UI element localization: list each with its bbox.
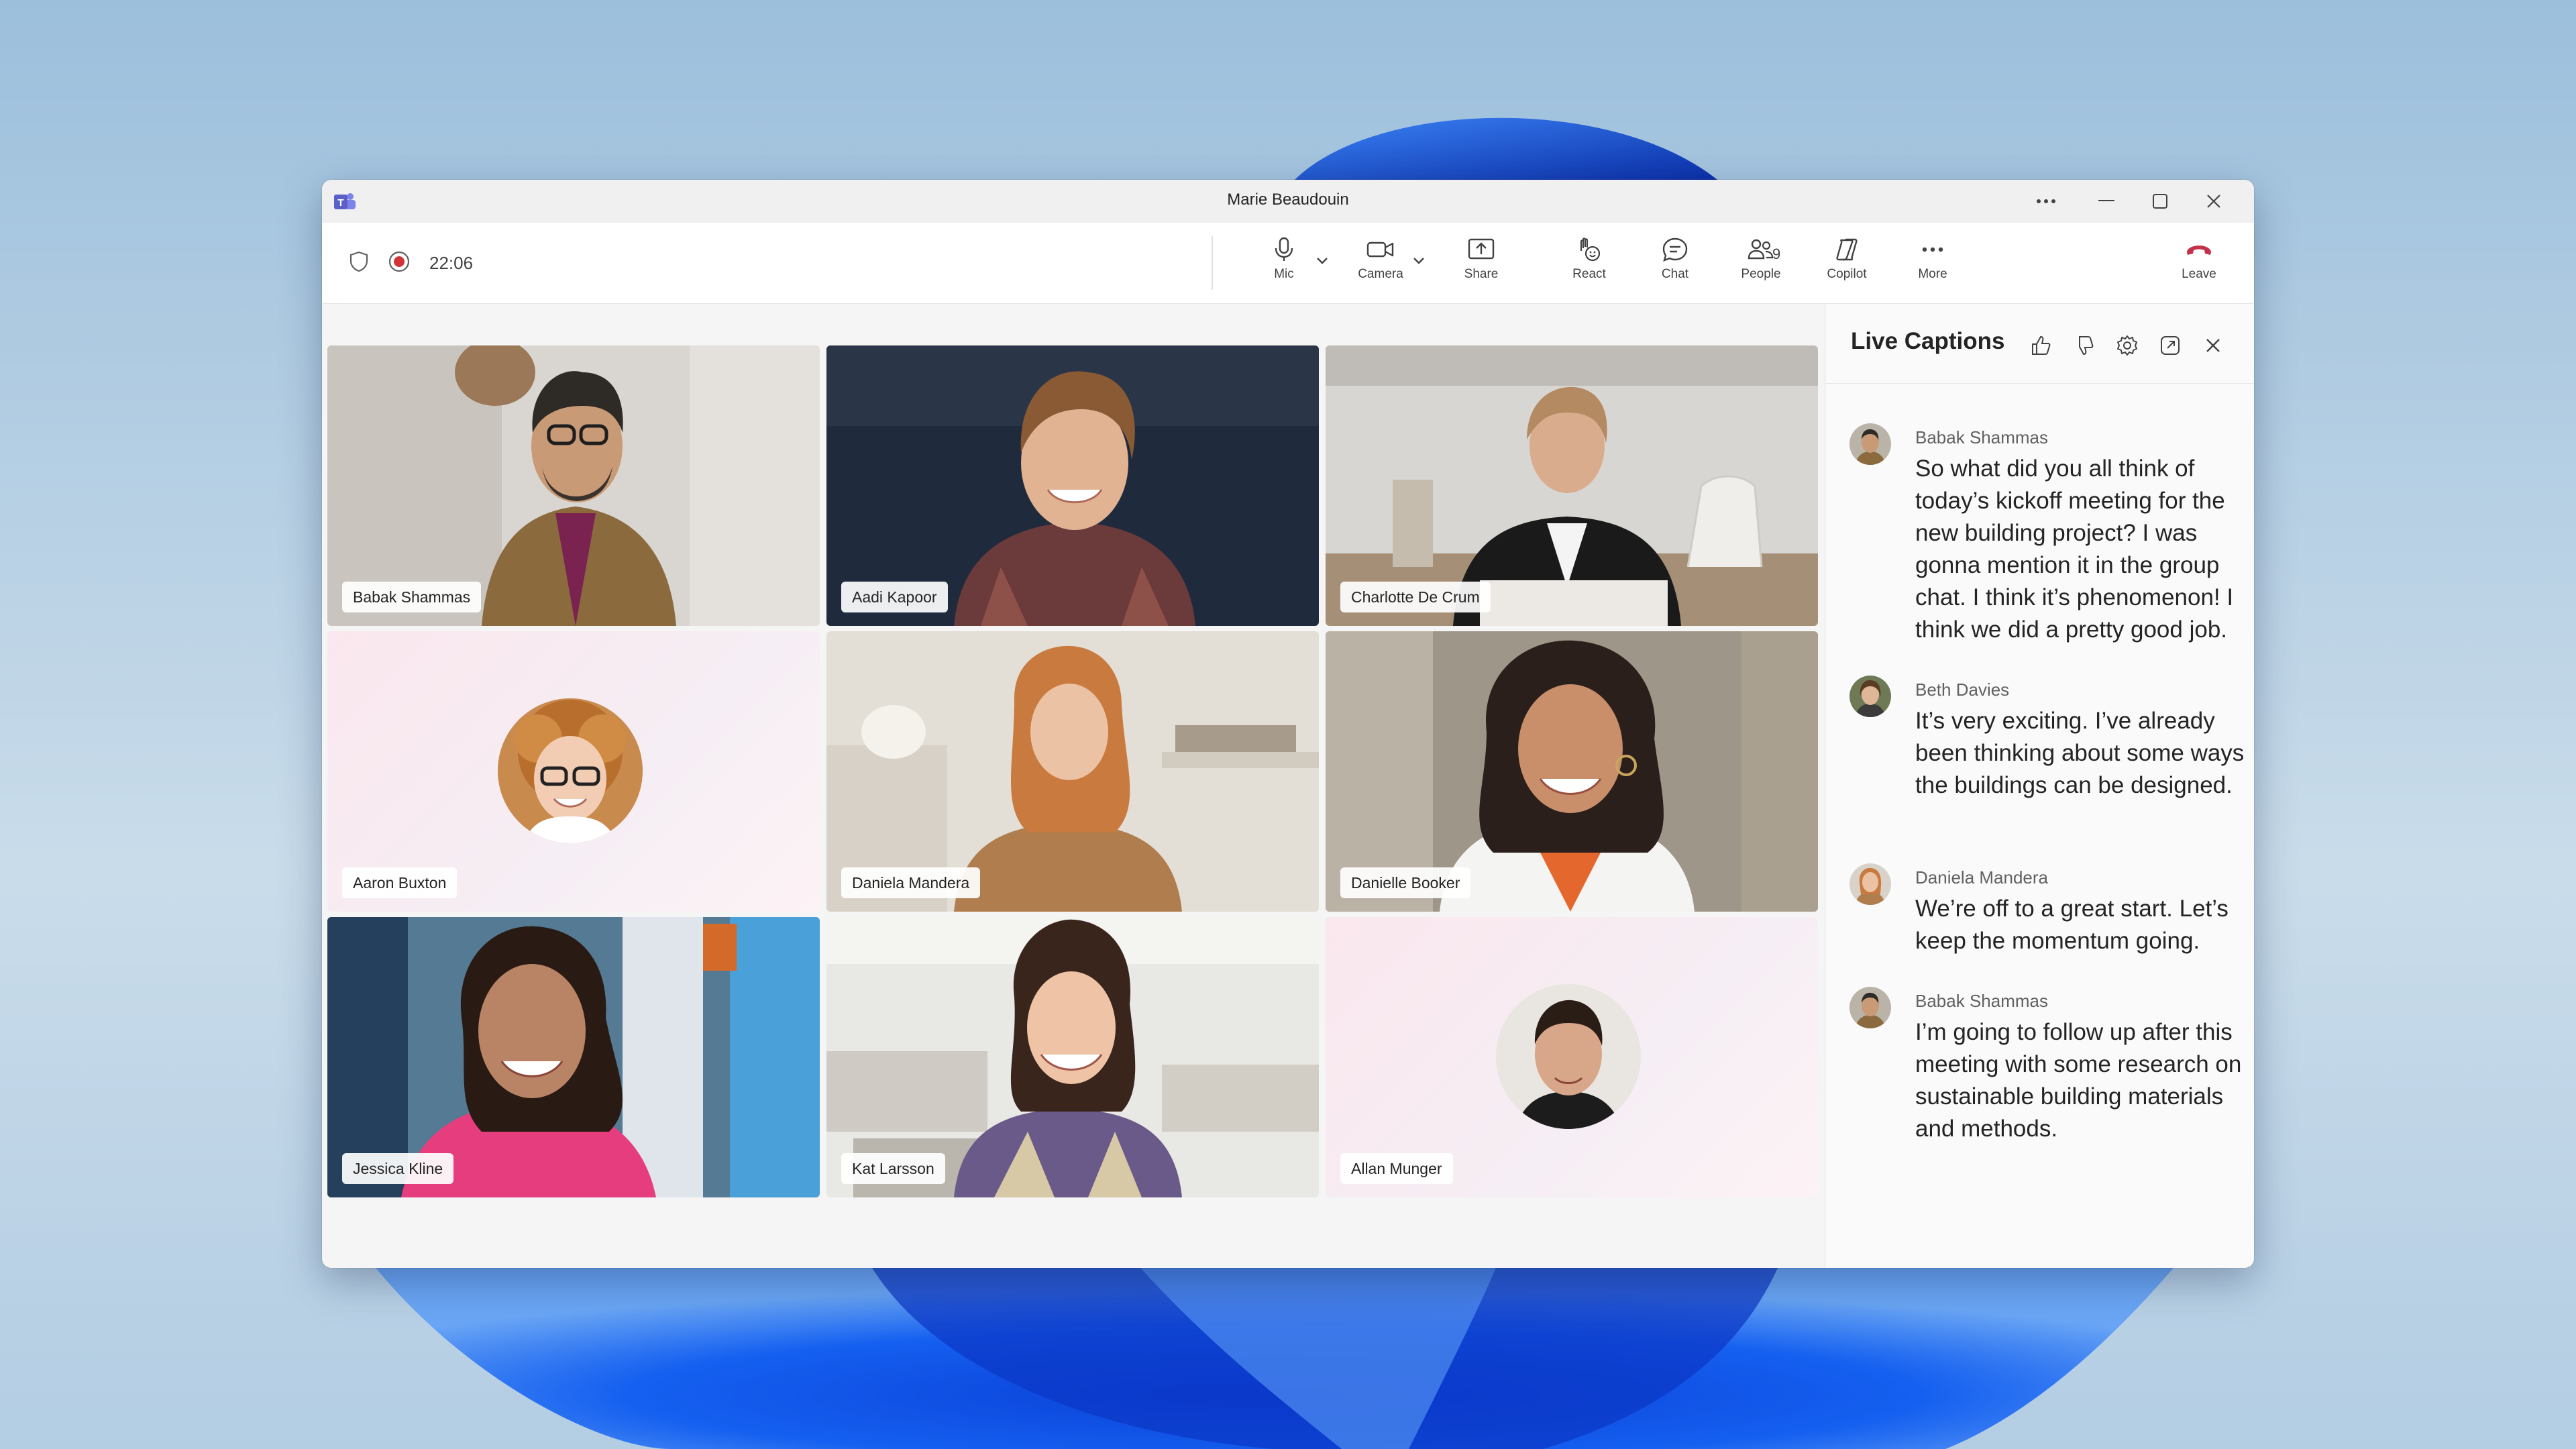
caption-text: It’s very exciting. I’ve already been th… bbox=[1915, 708, 2245, 798]
video-tile[interactable]: Allan Munger bbox=[1326, 917, 1818, 1197]
video-tile[interactable]: Daniela Mandera bbox=[826, 631, 1319, 912]
camera-icon bbox=[1366, 241, 1394, 258]
caption-speaker: Beth Davies bbox=[1915, 680, 2010, 700]
live-captions-panel: Live Captions Babak Shammas So what did … bbox=[1825, 304, 2254, 1268]
caption-text: I’m going to follow up after this meetin… bbox=[1915, 1019, 2242, 1142]
participant-name: Jessica Kline bbox=[342, 1153, 454, 1184]
people-button[interactable]: People bbox=[1731, 232, 1791, 297]
video-tile[interactable]: Jessica Kline bbox=[327, 917, 820, 1197]
people-icon bbox=[1748, 239, 1774, 260]
video-tile[interactable]: Aaron Buxton bbox=[327, 631, 820, 912]
more-button[interactable]: More bbox=[1902, 232, 1963, 297]
caption-entry: Beth Davies It’s very exciting. I’ve alr… bbox=[1849, 676, 2245, 837]
more-icon bbox=[1922, 247, 1943, 252]
close-icon[interactable] bbox=[2200, 332, 2226, 359]
avatar bbox=[1496, 984, 1641, 1129]
toolbar-divider bbox=[1212, 236, 1213, 290]
participant-name: Kat Larsson bbox=[841, 1153, 945, 1184]
chat-button[interactable]: Chat bbox=[1645, 232, 1705, 297]
caption-speaker: Daniela Mandera bbox=[1915, 867, 2049, 888]
react-icon bbox=[1580, 237, 1601, 262]
video-tile[interactable]: Danielle Booker bbox=[1326, 631, 1818, 912]
more-options-button[interactable] bbox=[2026, 185, 2066, 217]
caption-text: So what did you all think of today’s kic… bbox=[1915, 455, 2234, 643]
share-button[interactable]: Share bbox=[1451, 232, 1511, 297]
title-bar: T Marie Beaudouin bbox=[322, 180, 2254, 223]
leave-button[interactable]: Leave bbox=[2169, 232, 2229, 297]
popout-icon[interactable] bbox=[2157, 332, 2184, 359]
camera-button[interactable]: Camera bbox=[1350, 232, 1411, 297]
more-label: More bbox=[1918, 267, 1947, 281]
participant-name: Aaron Buxton bbox=[342, 867, 458, 898]
caption-entry: Babak Shammas I’m going to follow up aft… bbox=[1849, 987, 2245, 1148]
video-tile[interactable]: Kat Larsson bbox=[826, 917, 1319, 1197]
copilot-button[interactable]: Copilot bbox=[1817, 232, 1877, 297]
thumbs-up-icon[interactable] bbox=[2028, 332, 2055, 359]
window-title: Marie Beaudouin bbox=[1227, 191, 1349, 209]
leave-label: Leave bbox=[2182, 267, 2216, 281]
leave-icon bbox=[2187, 246, 2211, 255]
chevron-down-icon[interactable] bbox=[1410, 252, 1428, 270]
caption-entry: Daniela Mandera We’re off to a great sta… bbox=[1849, 863, 2245, 964]
caption-speaker: Babak Shammas bbox=[1915, 427, 2048, 447]
avatar bbox=[1849, 423, 1891, 465]
react-label: React bbox=[1572, 267, 1606, 281]
camera-label: Camera bbox=[1358, 267, 1403, 281]
mic-label: Mic bbox=[1274, 267, 1294, 281]
gear-icon[interactable] bbox=[2114, 332, 2141, 359]
react-button[interactable]: React bbox=[1559, 232, 1619, 297]
teams-meeting-window: T Marie Beaudouin 22:06 Mic Camera Share… bbox=[322, 180, 2254, 1268]
chat-label: Chat bbox=[1661, 267, 1689, 281]
panel-title: Live Captions bbox=[1851, 328, 2005, 354]
chat-icon bbox=[1662, 237, 1688, 262]
people-count: 9 bbox=[1772, 246, 1781, 262]
avatar bbox=[498, 698, 643, 843]
minimize-button[interactable] bbox=[2086, 185, 2127, 217]
caption-speaker: Babak Shammas bbox=[1915, 991, 2048, 1011]
participant-name: Charlotte De Crum bbox=[1340, 582, 1491, 612]
avatar bbox=[1849, 676, 1891, 717]
share-label: Share bbox=[1464, 267, 1499, 281]
copilot-icon bbox=[1836, 238, 1858, 261]
participant-name: Daniela Mandera bbox=[841, 867, 981, 898]
people-label: People bbox=[1741, 267, 1781, 281]
maximize-button[interactable] bbox=[2140, 185, 2180, 217]
shield-icon[interactable] bbox=[349, 250, 369, 276]
copilot-label: Copilot bbox=[1827, 267, 1867, 281]
meeting-toolbar: 22:06 Mic Camera Share React Chat People bbox=[322, 223, 2254, 304]
participant-name: Aadi Kapoor bbox=[841, 582, 948, 612]
thumbs-down-icon[interactable] bbox=[2071, 332, 2098, 359]
avatar bbox=[1849, 863, 1891, 905]
avatar bbox=[1849, 987, 1891, 1028]
participant-name: Babak Shammas bbox=[342, 582, 482, 612]
chevron-down-icon[interactable] bbox=[1313, 252, 1331, 270]
meeting-timer: 22:06 bbox=[429, 252, 474, 273]
captions-header: Live Captions bbox=[1825, 304, 2254, 384]
caption-text: We’re off to a great start. Let’s keep t… bbox=[1915, 896, 2229, 954]
record-icon bbox=[388, 250, 411, 276]
mic-icon bbox=[1275, 237, 1293, 261]
share-icon bbox=[1468, 238, 1495, 260]
video-tile[interactable]: Aadi Kapoor bbox=[826, 345, 1319, 626]
mic-button[interactable]: Mic bbox=[1254, 232, 1314, 297]
participant-name: Danielle Booker bbox=[1340, 867, 1471, 898]
close-window-button[interactable] bbox=[2194, 185, 2234, 217]
video-tile[interactable]: Babak Shammas bbox=[327, 345, 820, 626]
video-tile[interactable]: Charlotte De Crum bbox=[1326, 345, 1818, 626]
caption-entry: Babak Shammas So what did you all think … bbox=[1849, 423, 2245, 645]
video-stage: Babak Shammas Aadi Kapoor Charlotte De C… bbox=[322, 304, 1825, 1268]
participant-name: Allan Munger bbox=[1340, 1153, 1453, 1184]
